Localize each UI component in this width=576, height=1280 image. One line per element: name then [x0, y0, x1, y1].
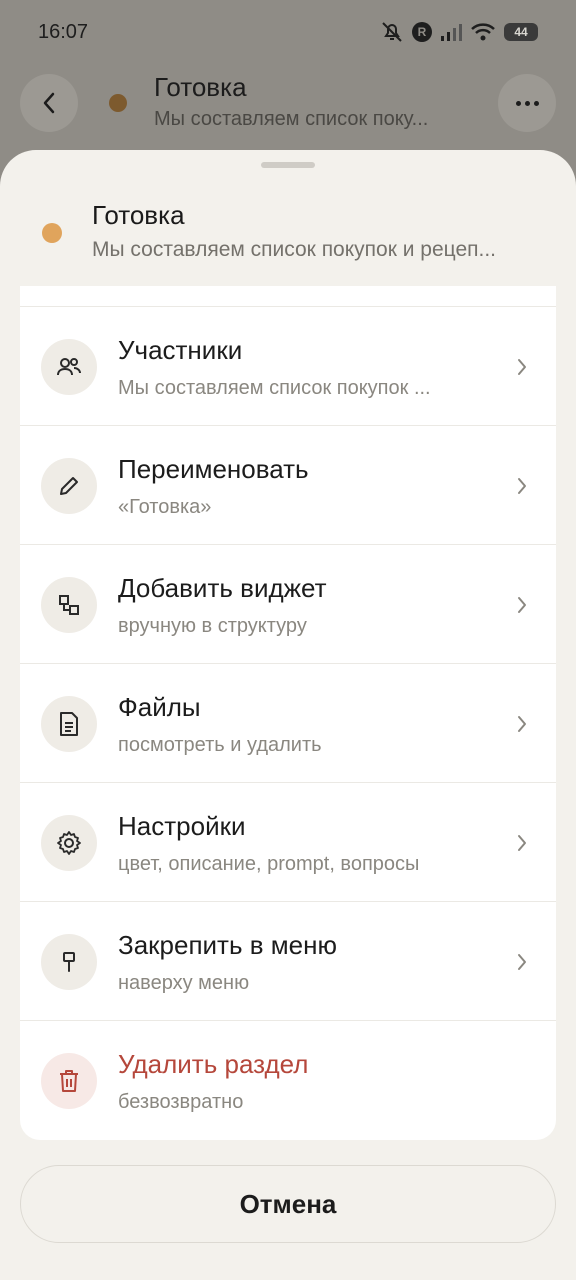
chevron-right-icon	[518, 478, 526, 494]
menu-scroll-edge	[20, 286, 556, 307]
more-dot	[515, 100, 521, 106]
menu-item-title: Файлы	[118, 692, 201, 722]
wifi-icon	[470, 22, 496, 42]
file-icon	[41, 696, 97, 752]
menu-item-subtitle: «Готовка»	[118, 496, 212, 518]
chevron-right-icon	[518, 835, 526, 851]
pencil-icon	[41, 458, 97, 514]
action-sheet: Готовка Мы составляем список покупок и р…	[0, 150, 576, 1280]
menu-item-title: Закрепить в меню	[118, 930, 337, 960]
sheet-subtitle: Мы составляем список покупок и рецеп...	[92, 238, 497, 261]
chevron-right-icon	[518, 954, 526, 970]
sheet-title: Готовка	[92, 200, 185, 230]
status-icons: R 44	[380, 21, 538, 43]
more-dot	[533, 100, 539, 106]
menu-item-subtitle: посмотреть и удалить	[118, 734, 322, 756]
chevron-right-icon	[518, 597, 526, 613]
menu-item-title: Участники	[118, 335, 243, 365]
pin-icon	[41, 934, 97, 990]
menu-item-delete[interactable]: Удалить раздел безвозвратно	[20, 1021, 556, 1140]
more-button[interactable]	[498, 74, 556, 132]
chevron-left-icon	[43, 92, 55, 114]
menu-item-files[interactable]: Файлы посмотреть и удалить	[20, 664, 556, 783]
widget-icon	[41, 577, 97, 633]
menu-item-title: Добавить виджет	[118, 573, 327, 603]
section-color-dot	[42, 223, 62, 243]
back-button[interactable]	[20, 74, 78, 132]
menu-item-subtitle: вручную в структуру	[118, 615, 307, 637]
chat-title: Готовка	[154, 72, 247, 102]
chevron-right-icon	[518, 716, 526, 732]
chat-header: Готовка Мы составляем список поку...	[0, 64, 576, 154]
trash-icon	[41, 1053, 97, 1109]
cancel-button[interactable]: Отмена	[20, 1165, 556, 1243]
chat-subtitle: Мы составляем список поку...	[154, 108, 429, 130]
chevron-right-icon	[518, 359, 526, 375]
menu-item-pin[interactable]: Закрепить в меню наверху меню	[20, 902, 556, 1021]
battery-icon: 44	[504, 23, 538, 41]
menu-item-title: Удалить раздел	[118, 1049, 309, 1079]
menu-item-subtitle: цвет, описание, prompt, вопросы	[118, 853, 420, 875]
menu-item-title: Переименовать	[118, 454, 309, 484]
menu-item-title: Настройки	[118, 811, 246, 841]
menu-item-subtitle: безвозвратно	[118, 1091, 244, 1113]
menu-item-subtitle: наверху меню	[118, 972, 250, 994]
gear-icon	[41, 815, 97, 871]
status-time: 16:07	[38, 20, 89, 43]
menu-item-rename[interactable]: Переименовать «Готовка»	[20, 426, 556, 545]
section-color-dot	[109, 94, 127, 112]
menu-item-participants[interactable]: Участники Мы составляем список покупок .…	[20, 307, 556, 426]
sheet-drag-handle[interactable]	[261, 162, 315, 168]
people-icon	[41, 339, 97, 395]
menu-item-subtitle: Мы составляем список покупок ...	[118, 377, 431, 399]
signal-icon	[440, 22, 462, 42]
r-badge-icon: R	[412, 22, 432, 42]
mute-icon	[380, 21, 404, 43]
menu-item-add-widget[interactable]: Добавить виджет вручную в структуру	[20, 545, 556, 664]
more-dot	[524, 100, 530, 106]
status-bar: 16:07 R 44	[0, 0, 576, 64]
menu-item-settings[interactable]: Настройки цвет, описание, prompt, вопрос…	[20, 783, 556, 902]
menu-card: Участники Мы составляем список покупок .…	[20, 286, 556, 1140]
